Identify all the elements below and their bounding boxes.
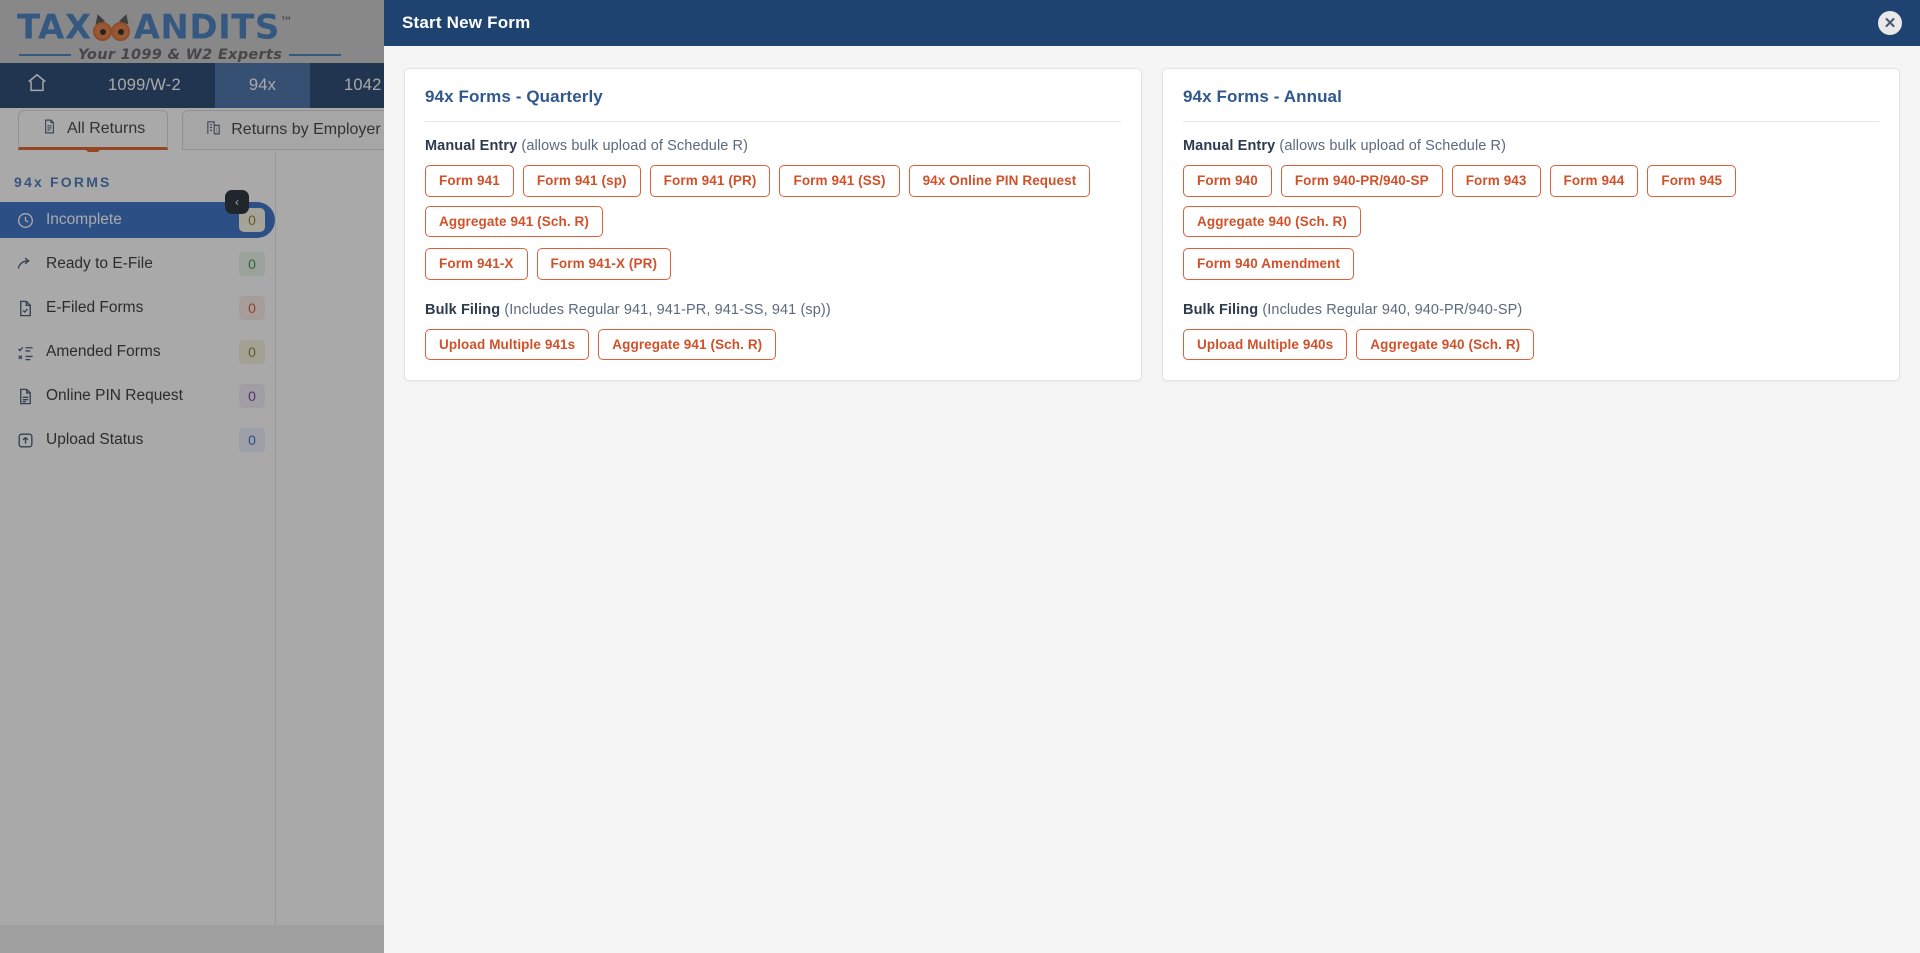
app-root: TAX ANDITS™ Your 1099 & W2 Experts 1099/… — [0, 0, 1920, 953]
modal-title: Start New Form — [402, 13, 531, 32]
quarterly-manual-entry-heading: Manual Entry (allows bulk upload of Sche… — [425, 138, 1121, 154]
modal-header: Start New Form ✕ — [384, 0, 1920, 46]
card-quarterly-divider — [425, 121, 1121, 122]
start-new-form-modal: Start New Form ✕ 94x Forms - Quarterly M… — [384, 0, 1920, 953]
button-form-941-ss[interactable]: Form 941 (SS) — [779, 165, 900, 197]
annual-bulk-filing-note: (Includes Regular 940, 940-PR/940-SP) — [1262, 301, 1523, 318]
button-form-940-pr-940-sp[interactable]: Form 940-PR/940-SP — [1280, 165, 1443, 197]
annual-manual-entry-label: Manual Entry — [1183, 138, 1276, 154]
quarterly-bulk-filing-label: Bulk Filing — [425, 301, 501, 318]
quarterly-manual-buttons-row-2: Form 941-X Form 941-X (PR) — [425, 248, 1121, 280]
button-aggregate-941-sch-r[interactable]: Aggregate 941 (Sch. R) — [425, 205, 603, 238]
quarterly-manual-entry-label: Manual Entry — [425, 138, 518, 154]
card-94x-annual: 94x Forms - Annual Manual Entry (allows … — [1162, 68, 1900, 382]
quarterly-manual-entry-note: (allows bulk upload of Schedule R) — [521, 138, 749, 154]
button-form-940[interactable]: Form 940 — [1183, 165, 1272, 197]
button-aggregate-940-sch-r[interactable]: Aggregate 940 (Sch. R) — [1183, 205, 1361, 238]
button-form-941-pr[interactable]: Form 941 (PR) — [649, 165, 771, 197]
annual-bulk-filing-label: Bulk Filing — [1183, 301, 1259, 318]
button-bulk-aggregate-940-sch-r[interactable]: Aggregate 940 (Sch. R) — [1356, 328, 1535, 361]
annual-section-gap — [1183, 291, 1879, 302]
close-icon[interactable]: ✕ — [1878, 11, 1902, 35]
quarterly-bulk-buttons-row: Upload Multiple 941s Aggregate 941 (Sch.… — [425, 328, 1121, 361]
card-94x-quarterly: 94x Forms - Quarterly Manual Entry (allo… — [404, 68, 1142, 382]
annual-manual-buttons-row-1: Form 940 Form 940-PR/940-SP Form 943 For… — [1183, 165, 1879, 238]
quarterly-section-gap — [425, 291, 1121, 302]
annual-manual-entry-note: (allows bulk upload of Schedule R) — [1279, 138, 1507, 154]
button-form-944[interactable]: Form 944 — [1549, 165, 1639, 197]
button-94x-online-pin-request[interactable]: 94x Online PIN Request — [908, 165, 1091, 197]
annual-bulk-buttons-row: Upload Multiple 940s Aggregate 940 (Sch.… — [1183, 328, 1879, 361]
button-bulk-aggregate-941-sch-r[interactable]: Aggregate 941 (Sch. R) — [598, 328, 777, 361]
button-form-943[interactable]: Form 943 — [1451, 165, 1541, 197]
button-form-945[interactable]: Form 945 — [1647, 165, 1737, 197]
button-form-941-sp[interactable]: Form 941 (sp) — [522, 165, 641, 197]
quarterly-bulk-filing-note: (Includes Regular 941, 941-PR, 941-SS, 9… — [504, 301, 831, 318]
quarterly-bulk-filing-heading: Bulk Filing (Includes Regular 941, 941-P… — [425, 302, 1121, 318]
card-annual-divider — [1183, 121, 1879, 122]
button-form-941-x-pr[interactable]: Form 941-X (PR) — [536, 248, 672, 280]
modal-body: 94x Forms - Quarterly Manual Entry (allo… — [384, 46, 1920, 953]
button-form-940-amendment[interactable]: Form 940 Amendment — [1183, 248, 1355, 280]
annual-manual-entry-heading: Manual Entry (allows bulk upload of Sche… — [1183, 138, 1879, 154]
card-quarterly-title: 94x Forms - Quarterly — [425, 87, 603, 106]
quarterly-manual-buttons-row-1: Form 941 Form 941 (sp) Form 941 (PR) For… — [425, 165, 1121, 238]
card-annual-title: 94x Forms - Annual — [1183, 87, 1342, 106]
button-form-941-x[interactable]: Form 941-X — [425, 248, 528, 280]
button-upload-multiple-940s[interactable]: Upload Multiple 940s — [1183, 328, 1348, 361]
annual-bulk-filing-heading: Bulk Filing (Includes Regular 940, 940-P… — [1183, 302, 1879, 318]
button-form-941[interactable]: Form 941 — [425, 165, 514, 197]
button-upload-multiple-941s[interactable]: Upload Multiple 941s — [425, 328, 590, 361]
annual-manual-buttons-row-2: Form 940 Amendment — [1183, 248, 1879, 280]
